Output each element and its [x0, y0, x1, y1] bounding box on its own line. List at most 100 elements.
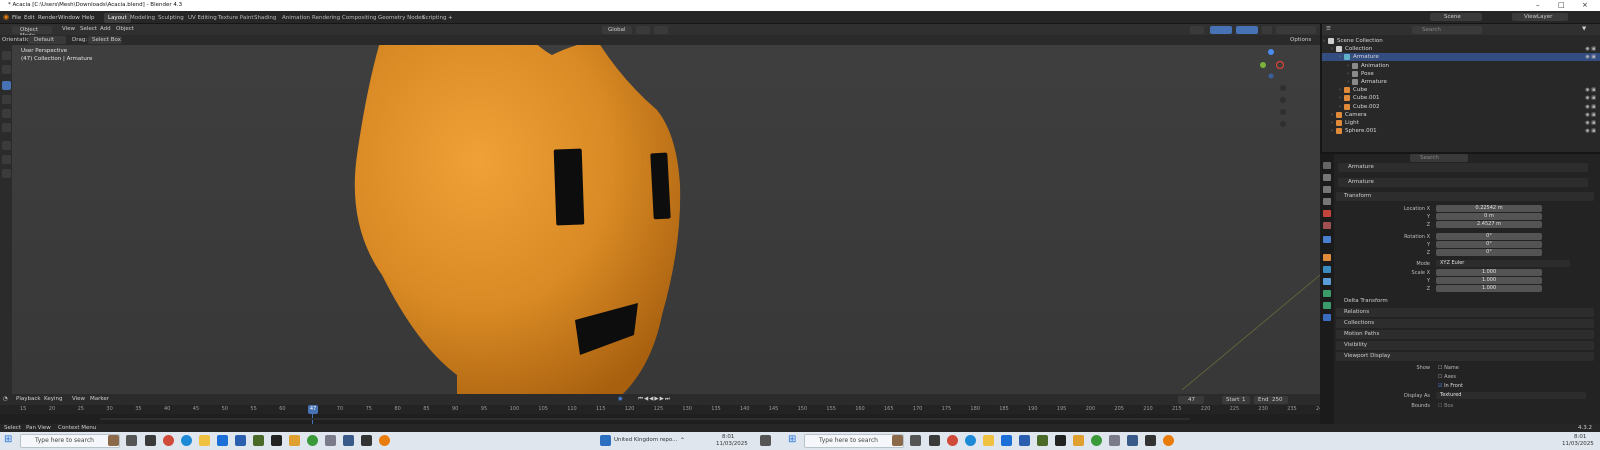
file-explorer-icon[interactable] [199, 435, 210, 446]
expand-arrow-icon[interactable]: › [1323, 38, 1325, 44]
pan-icon[interactable] [1280, 97, 1286, 103]
expand-arrow-icon[interactable]: › [1339, 54, 1341, 60]
app-icon-2[interactable] [1073, 435, 1084, 446]
object-data-tab-icon[interactable] [1323, 302, 1331, 309]
object-name-field-2[interactable]: Armature [1338, 178, 1588, 187]
gizmo-y-axis[interactable] [1260, 62, 1266, 68]
chrome-icon[interactable] [163, 435, 174, 446]
clock-time-2[interactable]: 8:01 [1574, 434, 1586, 440]
collections-section[interactable]: Collections [1336, 319, 1594, 328]
clock-date-2[interactable]: 11/03/2025 [1562, 441, 1594, 447]
view-layer-selector[interactable]: ViewLayer [1512, 13, 1568, 21]
scene-selector[interactable]: Scene [1430, 13, 1482, 21]
orientation-dropdown[interactable]: Default [28, 36, 66, 44]
camera-view-icon[interactable] [1280, 109, 1286, 115]
filter-icon[interactable]: ▼ [1582, 26, 1586, 32]
expand-arrow-icon[interactable]: › [1339, 95, 1341, 101]
tab-sculpting[interactable]: Sculpting [154, 13, 188, 23]
scene-tab-icon[interactable] [1323, 210, 1331, 217]
delta-transform-header[interactable]: Delta Transform [1336, 297, 1594, 306]
select-box-tool-icon[interactable] [2, 51, 11, 60]
mail-icon[interactable] [217, 435, 228, 446]
capcut-icon-2[interactable] [1145, 435, 1156, 446]
edge-icon-2[interactable] [965, 435, 976, 446]
outliner-row[interactable]: › Cube.001 ◉ ▣ [1322, 94, 1600, 102]
transform-tool-icon[interactable] [2, 123, 11, 132]
taskbar-search-input-2[interactable]: Type here to search [804, 434, 904, 448]
outliner-row[interactable]: › Camera ◉ ▣ [1322, 111, 1600, 119]
outliner-row[interactable]: › Light ◉ ▣ [1322, 119, 1600, 127]
blender-taskbar-icon-2[interactable] [1163, 435, 1174, 446]
rotation-mode-dropdown[interactable]: XYZ Euler [1436, 260, 1570, 267]
gizmo-neg-z[interactable] [1268, 73, 1274, 79]
rotation-y-field[interactable]: 0° [1436, 241, 1542, 248]
menu-object[interactable]: Object [116, 26, 134, 32]
store-icon-2[interactable] [1019, 435, 1030, 446]
visibility-icon[interactable] [1190, 25, 1204, 34]
start-frame-field[interactable]: Start 1 [1222, 395, 1250, 404]
tool-tab-icon[interactable] [1323, 162, 1331, 169]
terminal-icon-2[interactable] [1055, 435, 1066, 446]
current-frame-field[interactable]: 47 [1178, 395, 1204, 404]
timeline-editor-icon[interactable]: ◔ [3, 396, 8, 402]
xray-toggle-icon[interactable] [1262, 25, 1272, 34]
steam-icon[interactable] [325, 435, 336, 446]
viewport-display-section[interactable]: Viewport Display [1336, 352, 1594, 361]
timeline-scrollbar[interactable] [100, 418, 1190, 420]
tab-shading[interactable]: Shading [250, 13, 280, 23]
outliner-row[interactable]: › Armature [1322, 78, 1600, 86]
taskbar-search-input[interactable]: Type here to search [20, 434, 120, 448]
visibility-toggle-icon[interactable]: ◉ ▣ [1585, 95, 1596, 101]
expand-arrow-icon[interactable]: › [1331, 120, 1333, 126]
expand-arrow-icon[interactable]: › [1347, 71, 1349, 77]
pivot-point-icon[interactable] [636, 25, 650, 34]
outliner-row[interactable]: › Armature ◉ ▣ [1322, 53, 1600, 62]
location-z-field[interactable]: 2.4527 m [1436, 221, 1542, 228]
outliner-row[interactable]: › Pose [1322, 70, 1600, 78]
visibility-toggle-icon[interactable]: ◉ ▣ [1585, 87, 1596, 93]
menu-edit[interactable]: Edit [24, 15, 35, 21]
object-name-field[interactable]: Armature [1338, 163, 1588, 172]
scale-z-field[interactable]: 1.000 [1436, 285, 1542, 292]
capcut-icon[interactable] [361, 435, 372, 446]
show-axes-checkbox[interactable]: ☐ Axes [1438, 374, 1456, 380]
overlay-toggle-icon[interactable] [1236, 25, 1258, 34]
maximize-button[interactable]: □ [1558, 1, 1565, 9]
menu-keying[interactable]: Keying [44, 396, 62, 402]
menu-playback[interactable]: Playback [16, 396, 41, 402]
cursor-tool-icon[interactable] [2, 65, 11, 74]
menu-add[interactable]: Add [100, 26, 111, 32]
weather-text[interactable]: United Kingdom repo... [614, 437, 677, 443]
location-y-field[interactable]: 0 m [1436, 213, 1542, 220]
collection-tab-icon[interactable] [1323, 236, 1331, 243]
outliner-editor-icon[interactable]: ☰ [1326, 26, 1331, 32]
clock-date[interactable]: 11/03/2025 [716, 441, 748, 447]
shading-mode-icons[interactable] [1276, 25, 1316, 34]
menu-view-timeline[interactable]: View [72, 396, 85, 402]
gizmo-toggle-icon[interactable] [1210, 25, 1232, 34]
transform-section-header[interactable]: Transform [1336, 192, 1594, 201]
modifiers-tab-icon[interactable] [1323, 266, 1331, 273]
security-icon[interactable] [343, 435, 354, 446]
minecraft-icon[interactable] [253, 435, 264, 446]
visibility-toggle-icon[interactable]: ◉ ▣ [1585, 112, 1596, 118]
menu-render[interactable]: Render [38, 15, 58, 21]
expand-arrow-icon[interactable]: › [1339, 104, 1341, 110]
expand-arrow-icon[interactable]: › [1331, 128, 1333, 134]
blender-taskbar-icon[interactable] [379, 435, 390, 446]
search-highlight-icon[interactable] [108, 435, 119, 446]
minecraft-icon-2[interactable] [1037, 435, 1048, 446]
timeline-ruler[interactable]: 1520253035404550556065707580859095100105… [0, 405, 1412, 414]
copilot-icon-2[interactable] [910, 435, 921, 446]
in-front-checkbox[interactable]: ☑ In Front [1438, 383, 1463, 389]
gizmo-z-axis[interactable] [1268, 49, 1274, 55]
outliner-row[interactable]: › Animation [1322, 62, 1600, 70]
search-highlight-icon-2[interactable] [892, 435, 903, 446]
expand-arrow-icon[interactable]: › [1339, 87, 1341, 93]
world-tab-icon[interactable] [1323, 222, 1331, 229]
3d-viewport[interactable]: User Perspective (47) Collection | Armat… [12, 45, 1320, 394]
rotation-x-field[interactable]: 0° [1436, 233, 1542, 240]
expand-arrow-icon[interactable]: › [1347, 63, 1349, 69]
steam-icon-2[interactable] [1109, 435, 1120, 446]
scale-y-field[interactable]: 1.000 [1436, 277, 1542, 284]
